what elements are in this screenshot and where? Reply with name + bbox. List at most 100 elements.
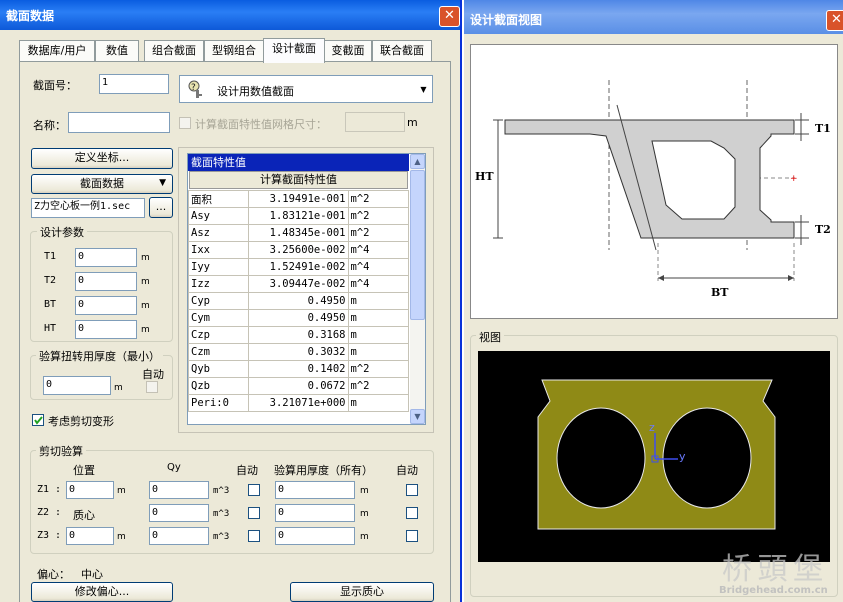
shear-thickness-unit: m (360, 509, 369, 519)
t2-label: T2 (815, 223, 831, 236)
shear-thickness-field[interactable]: 0 (275, 481, 355, 499)
offset-value: 中心 (81, 568, 103, 581)
torsion-thickness-field[interactable]: 0 (43, 376, 111, 395)
close-icon[interactable]: ✕ (826, 10, 843, 31)
property-value: 0.1402 (247, 360, 349, 378)
param-field[interactable]: 0 (75, 272, 137, 291)
col-auto: 自动 (236, 464, 258, 477)
property-name: Asy (188, 207, 249, 225)
tab-design-section[interactable]: 设计截面 (263, 38, 325, 63)
property-name: Qzb (188, 377, 249, 395)
col-position: 位置 (73, 464, 95, 477)
tab-tapered[interactable]: 变截面 (324, 40, 372, 62)
property-name: Czm (188, 343, 249, 361)
define-coordinates-button[interactable]: 定义坐标... (31, 148, 173, 169)
tab-label: 数值 (106, 44, 128, 57)
shear-thickness-auto-checkbox[interactable] (406, 507, 418, 519)
section-data-button-label: 截面数据 (80, 177, 124, 190)
scroll-down-icon[interactable]: ▼ (410, 409, 425, 424)
param-field[interactable]: 0 (75, 248, 137, 267)
section-file-field[interactable]: Z力空心板一例1.sec (31, 198, 145, 218)
watermark-url: Bridgehead.com.cn (719, 585, 828, 596)
watermark-logo: 桥 頭 堡 (722, 552, 823, 587)
bt-label: BT (711, 286, 729, 299)
shear-position-field[interactable]: 0 (66, 527, 114, 545)
chevron-down-icon[interactable]: ▼ (416, 81, 431, 98)
shear-position-field[interactable]: 0 (66, 481, 114, 499)
tab-label: 型钢组合 (212, 44, 256, 57)
property-name: Iyy (188, 258, 249, 276)
table-row: Cyp 0.4950 m (188, 292, 409, 310)
shear-thickness-field[interactable]: 0 (275, 504, 355, 522)
shear-qy-unit: m^3 (213, 509, 230, 519)
property-value: 0.4950 (247, 309, 349, 327)
calc-properties-button[interactable]: 计算截面特性值 (189, 171, 408, 189)
svg-text:?: ? (191, 83, 196, 93)
property-value: 1.83121e-001 (247, 207, 349, 225)
show-centroid-button[interactable]: 显示质心 (290, 582, 434, 602)
property-unit: m (347, 292, 409, 310)
torsion-auto-checkbox[interactable] (146, 381, 158, 393)
tab-combined[interactable]: 联合截面 (372, 40, 432, 62)
param-unit: m (141, 325, 150, 335)
col-thickness: 验算用厚度（所有） (274, 464, 373, 477)
browse-button[interactable]: ... (149, 197, 173, 218)
shear-thickness-auto-checkbox[interactable] (406, 530, 418, 542)
mesh-size-checkbox[interactable] (179, 117, 191, 129)
property-name: Izz (188, 275, 249, 293)
shear-qy-auto-checkbox[interactable] (248, 530, 260, 542)
param-field[interactable]: 0 (75, 296, 137, 315)
tab-label: 联合截面 (380, 44, 424, 57)
name-field[interactable] (68, 112, 170, 133)
shear-deform-checkbox[interactable] (32, 414, 44, 426)
properties-table-frame: 截面特性值 计算截面特性值 面积 3.19491e-001 m^2 Asy 1.8312… (187, 153, 426, 425)
tab-steel-combo[interactable]: 型钢组合 (204, 40, 264, 62)
chevron-down-icon: ▼ (159, 178, 166, 188)
param-label: T1 (44, 251, 57, 262)
section-no-field[interactable]: 1 (99, 74, 169, 94)
shear-qy-auto-checkbox[interactable] (248, 507, 260, 519)
property-value: 3.25600e-002 (247, 241, 349, 259)
param-field[interactable]: 0 (75, 320, 137, 339)
section-type-select[interactable]: ? 设计用数值截面 ▼ (179, 75, 433, 103)
section-type-label: 设计用数值截面 (217, 85, 294, 98)
tab-composite[interactable]: 组合截面 (144, 40, 204, 62)
section-data-dialog: 截面数据 ✕ 数据库/用户 数值 组合截面 型钢组合 设计截面 变截面 联合截面… (0, 0, 462, 602)
scroll-thumb[interactable] (410, 170, 425, 320)
col-qy: Qy (167, 462, 181, 473)
shear-thickness-auto-checkbox[interactable] (406, 484, 418, 496)
shear-position-centroid: 质心 (73, 509, 95, 522)
table-row: Izz 3.09447e-002 m^4 (188, 275, 409, 293)
property-unit: m^4 (347, 275, 409, 293)
property-unit: m^4 (347, 241, 409, 259)
property-name: Czp (188, 326, 249, 344)
close-icon[interactable]: ✕ (439, 6, 460, 27)
properties-table: 面积 3.19491e-001 m^2 Asy 1.83121e-001 m^2 Asz 1.… (188, 190, 409, 412)
shear-qy-field[interactable]: 0 (149, 504, 209, 522)
shear-qy-field[interactable]: 0 (149, 481, 209, 499)
shear-thickness-field[interactable]: 0 (275, 527, 355, 545)
property-name: Asz (188, 224, 249, 242)
modify-offset-button[interactable]: 修改偏心... (31, 582, 173, 602)
tab-database[interactable]: 数据库/用户 (19, 40, 95, 62)
tab-label: 组合截面 (152, 44, 196, 57)
shear-qy-field[interactable]: 0 (149, 527, 209, 545)
property-unit: m (347, 343, 409, 361)
shear-qy-auto-checkbox[interactable] (248, 484, 260, 496)
view-title-bar: 设计截面视图 ✕ (464, 0, 843, 34)
property-value: 0.3032 (247, 343, 349, 361)
torsion-unit: m (114, 383, 123, 393)
param-unit: m (141, 301, 150, 311)
property-name: Ixx (188, 241, 249, 259)
property-value: 3.19491e-001 (247, 190, 349, 208)
property-name: Cyp (188, 292, 249, 310)
scrollbar[interactable]: ▲ ▼ (410, 154, 425, 424)
section-dimension-diagram: + (493, 80, 809, 281)
shear-position-unit: m (117, 486, 126, 496)
scroll-up-icon[interactable]: ▲ (410, 154, 425, 169)
shear-row-label: Z1 : (37, 484, 62, 495)
section-data-button[interactable]: 截面数据 ▼ (31, 174, 173, 194)
tab-values[interactable]: 数值 (95, 40, 139, 62)
view-title: 设计截面视图 (470, 13, 543, 27)
property-name: 面积 (188, 190, 249, 208)
